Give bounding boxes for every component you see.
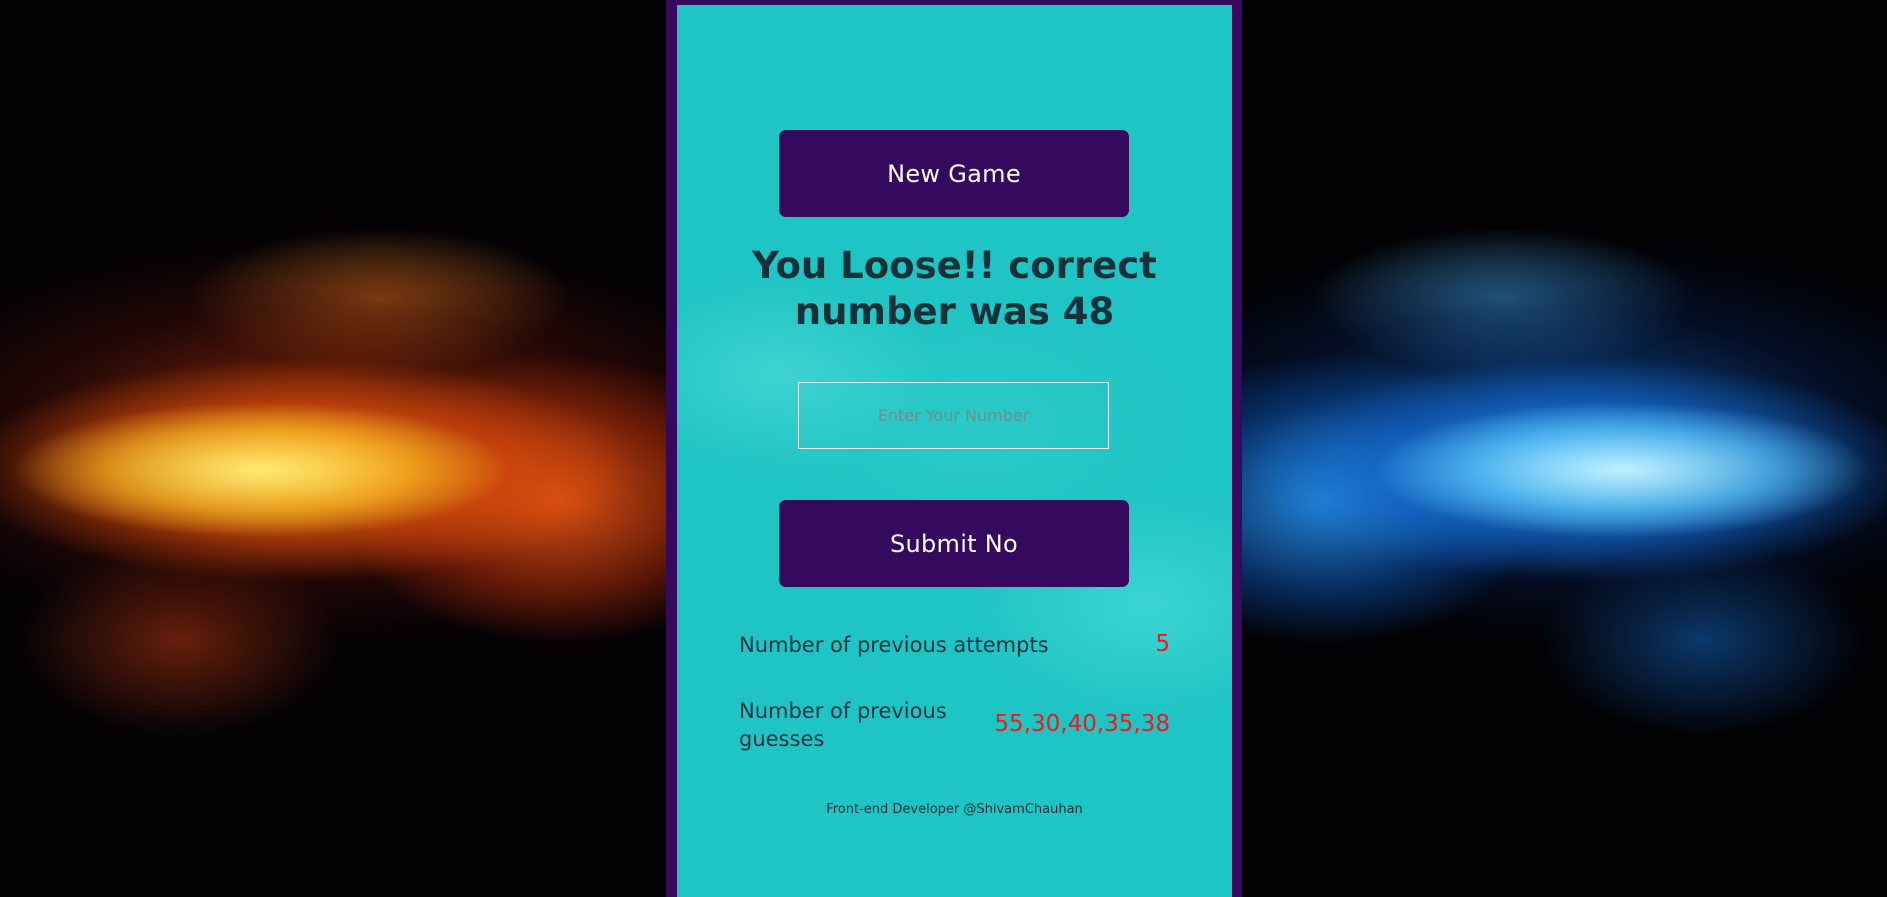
previous-guesses-label: Number of previous guesses: [739, 699, 947, 751]
previous-attempts-label: Number of previous attempts: [739, 633, 1049, 657]
result-message: You Loose!! correct number was 48: [717, 243, 1192, 335]
new-game-button[interactable]: New Game: [779, 130, 1129, 217]
previous-attempts-value: 5: [1155, 631, 1170, 657]
result-message-line-1: You Loose!! correct: [752, 244, 1157, 287]
game-panel: New Game You Loose!! correct number was …: [677, 5, 1232, 897]
developer-credit: Front-end Developer @ShivamChauhan: [826, 802, 1083, 817]
result-message-line-2: number was 48: [794, 290, 1115, 333]
submit-number-button[interactable]: Submit No: [779, 500, 1129, 587]
number-input[interactable]: [798, 382, 1109, 449]
game-screen: New Game You Loose!! correct number was …: [0, 0, 1887, 897]
previous-guesses-value: 55,30,40,35,38: [994, 711, 1170, 737]
